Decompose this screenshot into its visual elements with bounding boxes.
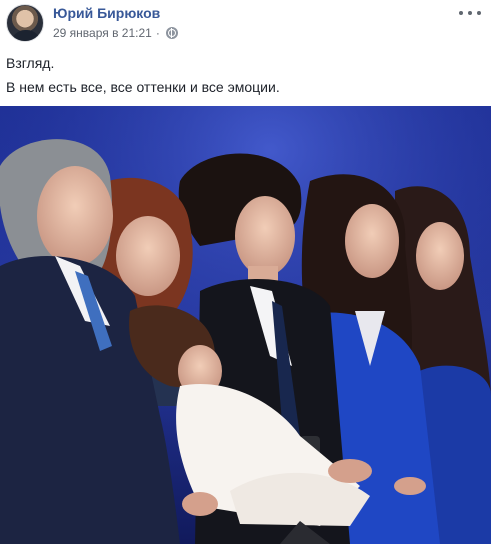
- more-dot-icon: [459, 11, 463, 15]
- more-dot-icon: [477, 11, 481, 15]
- author-name[interactable]: Юрий Бирюков: [53, 5, 160, 21]
- more-options-button[interactable]: [459, 6, 481, 20]
- more-dot-icon: [468, 11, 472, 15]
- post-text-line: В нем есть все, все оттенки и все эмоции…: [6, 79, 280, 95]
- post-header: Юрий Бирюков 29 января в 21:21 ·: [0, 0, 491, 48]
- photo-illustration: [0, 106, 491, 544]
- post-meta: 29 января в 21:21 ·: [53, 26, 178, 40]
- post-timestamp[interactable]: 29 января в 21:21: [53, 26, 152, 40]
- avatar-silhouette: [11, 30, 41, 41]
- meta-separator: ·: [155, 26, 160, 40]
- globe-icon[interactable]: [165, 27, 178, 39]
- facebook-post: Юрий Бирюков 29 января в 21:21 · Взгляд.…: [0, 0, 491, 544]
- author-avatar[interactable]: [6, 4, 44, 42]
- post-text-line: Взгляд.: [6, 55, 55, 71]
- post-photo[interactable]: [0, 106, 491, 544]
